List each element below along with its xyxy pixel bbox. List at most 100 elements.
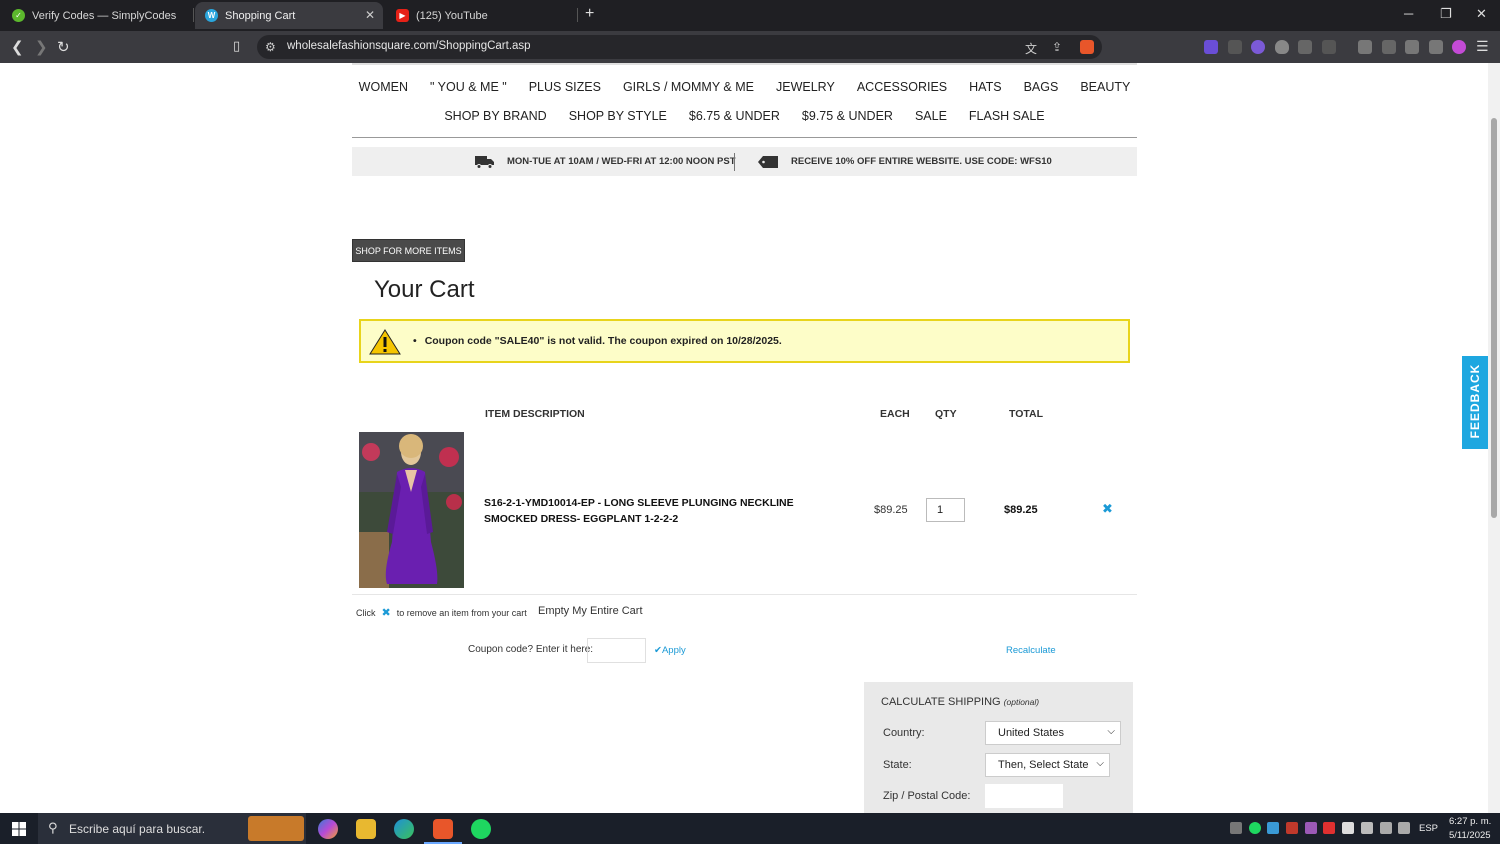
address-bar[interactable]: ⚙ wholesalefashionsquare.com/ShoppingCar… [257,35,1102,59]
coupon-error-alert: Coupon code "SALE40" is not valid. The c… [359,319,1130,363]
nav-beauty[interactable]: BEAUTY [1080,80,1130,94]
nav-jewelry[interactable]: JEWELRY [776,80,835,94]
back-icon[interactable]: ❮ [11,38,24,56]
site-info-icon[interactable]: ⚙ [265,40,276,54]
language-indicator[interactable]: ESP [1419,823,1438,834]
tab-title: Verify Codes — SimplyCodes [32,9,177,22]
recalculate-link[interactable]: Recalculate [1006,645,1056,656]
restore-icon[interactable]: ❐ [1440,6,1452,22]
screenshot-icon[interactable] [1322,40,1336,54]
remove-hint-icon: ✖ [381,607,391,619]
remove-item-icon[interactable]: ✖ [1102,501,1113,517]
nav-women[interactable]: WOMEN [359,80,408,94]
nav-sale[interactable]: SALE [915,109,947,123]
clock-time[interactable]: 6:27 p. m. [1449,816,1491,827]
reload-icon[interactable]: ↻ [57,38,70,56]
translate-icon[interactable]: 文 [1025,40,1037,57]
item-total-price: $89.25 [1004,504,1038,516]
edge-icon[interactable] [394,819,414,839]
empty-cart-link[interactable]: Empty My Entire Cart [538,605,643,617]
header-each: EACH [880,408,910,420]
extension-purple-icon[interactable] [1251,40,1265,54]
share-icon[interactable]: ⇪ [1052,40,1062,54]
header-total: TOTAL [1009,408,1044,420]
forward-icon[interactable]: ❯ [35,38,48,56]
sidebar-icon[interactable] [1358,40,1372,54]
apply-coupon-button[interactable]: ✔Apply [654,645,686,656]
quantity-input[interactable]: 1 [926,498,965,522]
nav-girls-mommy[interactable]: GIRLS / MOMMY & ME [623,80,754,94]
nav-hats[interactable]: HATS [969,80,1001,94]
leo-ai-icon[interactable] [1405,40,1419,54]
country-select[interactable]: United States ⌵ [985,721,1121,745]
spotify-icon[interactable] [471,819,491,839]
tray-cloud-icon[interactable] [1267,822,1279,834]
url-text: wholesalefashionsquare.com/ShoppingCart.… [287,40,531,52]
tab-verify-codes[interactable]: ✓ Verify Codes — SimplyCodes [2,2,192,29]
tray-spotify-icon[interactable] [1249,822,1261,834]
nav-you-and-me[interactable]: " YOU & ME " [430,80,507,94]
copilot-icon[interactable] [318,819,338,839]
promo-banner: MON-TUE AT 10AM / WED-FRI AT 12:00 NOON … [352,147,1137,176]
scrollbar-thumb[interactable] [1491,118,1497,518]
taskbar-search[interactable]: ⚲ Escribe aquí para buscar. [38,813,306,844]
wallet-icon[interactable] [1382,40,1396,54]
page-scrollbar[interactable] [1488,63,1500,813]
tray-shield-icon[interactable] [1286,822,1298,834]
shipping-title: CALCULATE SHIPPING (optional) [881,696,1040,708]
network-icon[interactable] [1380,822,1392,834]
nav-shop-by-style[interactable]: SHOP BY STYLE [569,109,667,123]
tab-shopping-cart[interactable]: W Shopping Cart ✕ [195,2,383,29]
file-explorer-icon[interactable] [356,819,376,839]
vpn-icon[interactable] [1429,40,1443,54]
tray-dropbox-icon[interactable] [1342,822,1354,834]
zip-label: Zip / Postal Code: [883,790,971,802]
nav-plus-sizes[interactable]: PLUS SIZES [529,80,601,94]
nav-shop-by-brand[interactable]: SHOP BY BRAND [444,109,546,123]
nav-bags[interactable]: BAGS [1024,80,1059,94]
calculate-shipping-panel: CALCULATE SHIPPING (optional) Country: U… [864,682,1133,813]
browser-toolbar: ❮ ❯ ↻ ▯ ⚙ wholesalefashionsquare.com/Sho… [0,31,1500,63]
bookmark-icon[interactable]: ▯ [233,38,240,54]
brave-icon[interactable] [433,819,453,839]
clock-date[interactable]: 5/11/2025 [1449,830,1491,841]
extensions-puzzle-icon[interactable] [1298,40,1312,54]
volume-icon[interactable] [1398,822,1410,834]
tab-youtube[interactable]: ▶ (125) YouTube [386,2,576,29]
tray-app-icon[interactable] [1230,822,1242,834]
state-select[interactable]: Then, Select State ⌵ [985,753,1110,777]
zip-input[interactable] [985,784,1063,808]
tray-pen-icon[interactable] [1305,822,1317,834]
menu-icon[interactable]: ☰ [1476,38,1489,55]
coupon-input[interactable] [587,638,646,663]
chevron-down-icon: ⌵ [1096,758,1104,769]
page-title: Your Cart [374,276,475,303]
alert-message: Coupon code "SALE40" is not valid. The c… [413,335,782,347]
nav-675-under[interactable]: $6.75 & UNDER [689,109,780,123]
extension-reader-icon[interactable] [1228,40,1242,54]
product-image[interactable] [359,432,464,588]
feedback-tab[interactable]: FEEDBACK [1462,356,1488,449]
new-tab-icon[interactable]: + [585,5,594,23]
profile-icon[interactable] [1452,40,1466,54]
search-highlight-image [248,816,304,841]
minimize-icon[interactable]: ─ [1404,6,1413,21]
header-item-description: ITEM DESCRIPTION [485,408,585,420]
nav-accessories[interactable]: ACCESSORIES [857,80,947,94]
main-nav-row-2: SHOP BY BRAND SHOP BY STYLE $6.75 & UNDE… [352,109,1137,123]
tray-discord-icon[interactable] [1361,822,1373,834]
nav-flash-sale[interactable]: FLASH SALE [969,109,1045,123]
product-name[interactable]: S16-2-1-YMD10014-EP - LONG SLEEVE PLUNGI… [484,495,844,527]
windows-start-icon[interactable] [12,822,26,836]
tray-red-icon[interactable] [1323,822,1335,834]
shop-more-button[interactable]: SHOP FOR MORE ITEMS [352,239,465,262]
nav-975-under[interactable]: $9.75 & UNDER [802,109,893,123]
extension-shield-icon[interactable] [1275,40,1289,54]
brave-shield-icon[interactable] [1080,40,1094,54]
close-tab-icon[interactable]: ✕ [365,8,375,22]
extension-a-icon[interactable] [1204,40,1218,54]
close-window-icon[interactable]: ✕ [1476,6,1487,22]
chevron-down-icon: ⌵ [1107,726,1115,737]
warning-icon [369,329,401,355]
tag-icon [758,156,778,168]
